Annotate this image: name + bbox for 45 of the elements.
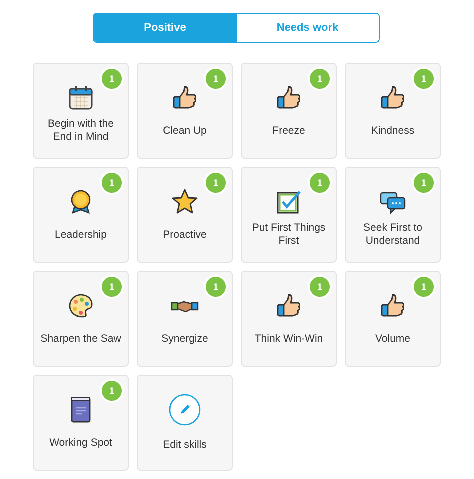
skill-card[interactable]: 1 Seek First to Understand <box>345 167 441 263</box>
skill-label: Leadership <box>54 228 108 242</box>
count-badge: 1 <box>412 275 436 299</box>
calendar-icon <box>67 84 95 112</box>
count-badge: 1 <box>204 275 228 299</box>
skill-card[interactable]: 1 Leadership <box>33 167 129 263</box>
skill-card[interactable]: 1 Begin with the End in Mind <box>33 63 129 159</box>
skill-card[interactable]: 1 Clean Up <box>137 63 233 159</box>
skill-card[interactable]: 1 Put First Things First <box>241 167 337 263</box>
skill-label: Working Spot <box>48 436 114 450</box>
skill-label: Edit skills <box>162 438 208 452</box>
skill-label: Clean Up <box>162 124 208 138</box>
skill-card[interactable]: 1 Think Win-Win <box>241 271 337 367</box>
count-badge: 1 <box>308 67 332 91</box>
count-badge: 1 <box>412 171 436 195</box>
skill-label: Proactive <box>162 228 208 242</box>
skill-card[interactable]: 1 Volume <box>345 271 441 367</box>
skill-card[interactable]: Edit skills <box>137 375 233 471</box>
skill-label: Freeze <box>272 124 306 138</box>
count-badge: 1 <box>100 275 124 299</box>
count-badge: 1 <box>100 67 124 91</box>
count-badge: 1 <box>100 171 124 195</box>
skill-card[interactable]: 1 Freeze <box>241 63 337 159</box>
skill-label: Put First Things First <box>251 222 327 248</box>
skill-label: Kindness <box>370 124 416 138</box>
edit-icon <box>169 394 201 426</box>
count-badge: 1 <box>100 379 124 403</box>
skill-label: Begin with the End in Mind <box>47 118 115 144</box>
count-badge: 1 <box>308 275 332 299</box>
skill-label: Seek First to Understand <box>362 222 424 248</box>
skill-label: Synergize <box>160 332 210 346</box>
skill-card[interactable]: 1 Sharpen the Saw <box>33 271 129 367</box>
skill-label: Volume <box>374 332 412 346</box>
skill-label: Sharpen the Saw <box>40 332 122 346</box>
count-badge: 1 <box>204 171 228 195</box>
count-badge: 1 <box>308 171 332 195</box>
skill-card[interactable]: 1 Kindness <box>345 63 441 159</box>
skill-label: Think Win-Win <box>254 332 324 346</box>
skill-card[interactable]: 1 Proactive <box>137 167 233 263</box>
count-badge: 1 <box>204 67 228 91</box>
skill-card[interactable]: 1 Synergize <box>137 271 233 367</box>
skill-card[interactable]: 1 Working Spot <box>33 375 129 471</box>
star-icon <box>171 188 199 216</box>
count-badge: 1 <box>412 67 436 91</box>
palette-icon <box>67 292 95 320</box>
